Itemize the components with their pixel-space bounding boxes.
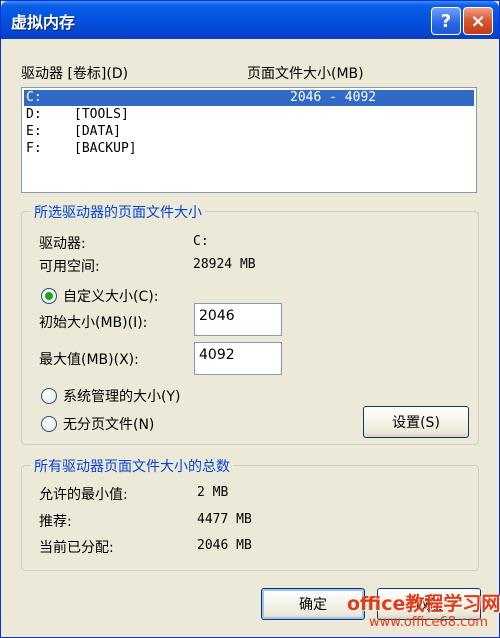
min-allowed-value: 2 MB bbox=[197, 485, 229, 500]
help-button[interactable]: ? bbox=[431, 7, 461, 35]
initial-size-label: 初始大小(MB)(I): bbox=[39, 315, 148, 331]
close-button[interactable]: × bbox=[463, 7, 493, 35]
drive-row-e[interactable]: E: [DATA] bbox=[24, 124, 474, 140]
drive-column-header: 驱动器 [卷标](D) bbox=[21, 66, 129, 82]
drive-volume-label: [TOOLS] bbox=[74, 107, 129, 122]
drive-volume-label: [DATA] bbox=[74, 124, 121, 139]
drive-row-f[interactable]: F: [BACKUP] bbox=[24, 141, 474, 157]
currently-allocated-label: 当前已分配: bbox=[39, 540, 114, 556]
initial-size-input[interactable]: 2046 bbox=[194, 303, 282, 336]
watermark-title: office教程学习网 bbox=[347, 593, 500, 615]
no-paging-file-label[interactable]: 无分页文件(N) bbox=[63, 414, 154, 434]
recommended-value: 4477 MB bbox=[197, 512, 252, 527]
max-size-input[interactable]: 4092 bbox=[194, 342, 282, 375]
help-icon: ? bbox=[440, 10, 452, 32]
drive-letter: C: bbox=[26, 90, 42, 105]
drive-letter: F: bbox=[26, 141, 42, 156]
drive-letter: D: bbox=[26, 107, 42, 122]
set-button[interactable]: 设置(S) bbox=[363, 406, 469, 438]
ok-button-label: 确定 bbox=[299, 597, 327, 613]
close-icon: × bbox=[470, 10, 486, 32]
free-space-value: 28924 MB bbox=[193, 257, 256, 272]
custom-size-radio[interactable] bbox=[41, 288, 57, 304]
drive-page-size: 2046 - 4092 bbox=[290, 90, 377, 105]
drive-list[interactable]: C: 2046 - 4092 D: [TOOLS] E: [DATA] F: [… bbox=[21, 87, 477, 193]
system-managed-label[interactable]: 系统管理的大小(Y) bbox=[63, 386, 180, 406]
no-paging-file-radio[interactable] bbox=[41, 416, 57, 432]
selected-drive-group-title: 所选驱动器的页面文件大小 bbox=[31, 202, 205, 222]
custom-size-label[interactable]: 自定义大小(C): bbox=[63, 286, 158, 306]
max-size-label: 最大值(MB)(X): bbox=[39, 352, 139, 368]
title-bar[interactable]: 虚拟内存 ? × bbox=[1, 1, 499, 39]
drive-volume-label: [BACKUP] bbox=[74, 141, 137, 156]
drive-row-d[interactable]: D: [TOOLS] bbox=[24, 107, 474, 123]
drive-label: 驱动器: bbox=[39, 236, 86, 252]
recommended-label: 推荐: bbox=[39, 514, 72, 530]
currently-allocated-value: 2046 MB bbox=[197, 538, 252, 553]
system-managed-radio[interactable] bbox=[41, 388, 57, 404]
free-space-label: 可用空间: bbox=[39, 259, 100, 275]
radio-selected-dot bbox=[45, 292, 53, 300]
site-watermark: office教程学习网 www.office68.com bbox=[335, 587, 500, 635]
size-column-header: 页面文件大小(MB) bbox=[247, 66, 364, 82]
watermark-url: www.office68.com bbox=[369, 615, 488, 630]
totals-group-title: 所有驱动器页面文件大小的总数 bbox=[31, 456, 233, 476]
drive-letter: E: bbox=[26, 124, 42, 139]
set-button-label: 设置(S) bbox=[392, 415, 440, 431]
virtual-memory-dialog: 虚拟内存 ? × 驱动器 [卷标](D) 页面文件大小(MB) C: 2046 … bbox=[0, 0, 500, 638]
drive-row-c[interactable]: C: 2046 - 4092 bbox=[24, 90, 474, 106]
min-allowed-label: 允许的最小值: bbox=[39, 487, 128, 503]
drive-value: C: bbox=[193, 234, 209, 249]
window-title: 虚拟内存 bbox=[11, 13, 76, 32]
